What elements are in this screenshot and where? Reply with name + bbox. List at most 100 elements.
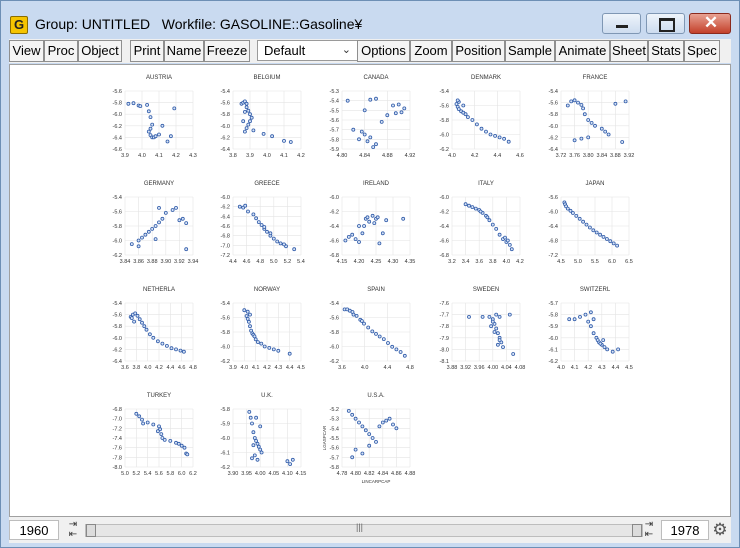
y-tick-label: -5.8 [113, 324, 122, 330]
scatter-point [172, 106, 177, 111]
scatter-point [182, 445, 187, 450]
animate-button[interactable]: Animate [555, 40, 610, 62]
scatter-point [251, 430, 256, 435]
y-tick-label: -6.2 [113, 347, 122, 353]
start-slider-thumb[interactable] [86, 524, 96, 537]
x-tick-label: 6.5 [625, 259, 633, 265]
scatter-point [467, 203, 471, 208]
scatter-point [146, 109, 151, 114]
graph-area[interactable]: AUSTRIA -5.6 -5.8 -6.0 -6.2 -6.4 -6.6 3.9 4.0 4.1… [9, 64, 731, 517]
proc-button[interactable]: Proc [44, 40, 78, 62]
scatter-point [129, 242, 134, 247]
freeze-button[interactable]: Freeze [204, 40, 250, 62]
scatter-chart-denmark: DENMARK-5.4-5.6-5.8-6.0-6.24.0 4.2 4.4 4.6 [440, 75, 524, 159]
y-tick-label: -8.0 [440, 347, 449, 353]
x-tick-label: 4.86 [391, 471, 402, 477]
x-tick-label: 4.0 [361, 365, 369, 371]
sample-button[interactable]: Sample [505, 40, 555, 62]
x-tick-label: 3.94 [188, 259, 199, 265]
sheet-button[interactable]: Sheet [610, 40, 648, 62]
x-tick-label: 4.10 [282, 471, 293, 477]
stats-button[interactable]: Stats [648, 40, 684, 62]
y-tick-label: -6.0 [113, 112, 122, 118]
close-button[interactable]: ✕ [689, 13, 731, 34]
sample-slider-track[interactable]: ||| [85, 522, 643, 537]
spec-button[interactable]: Spec [684, 40, 720, 62]
zoom-button[interactable]: Zoom [410, 40, 452, 62]
y-tick-label: -5.4 [221, 301, 230, 307]
scatter-chart-greece: GREECE-6.0-6.2-6.4-6.6-6.8-7.0-7.24.4 4.6… [221, 181, 305, 265]
title-bar[interactable]: G Group: UNTITLED Workfile: GASOLINE::Ga… [1, 1, 739, 37]
scatter-chart-norway: NORWAY-5.4-5.6-5.8-6.0-6.23.9 4.0 4.1 4.2 4.… [221, 287, 305, 371]
object-button[interactable]: Object [78, 40, 122, 62]
view-button[interactable]: View [9, 40, 44, 62]
scatter-point [610, 349, 615, 354]
scatter-point [351, 127, 356, 132]
x-tick-label: 4.25 [371, 259, 382, 265]
y-tick-label: -5.4 [330, 426, 339, 432]
start-arrows-icon[interactable]: ⇥ ⇤ [63, 520, 83, 540]
scatter-point [275, 239, 280, 244]
scatter-point [276, 348, 281, 353]
x-tick-label: 4.4 [384, 365, 392, 371]
scatter-point [463, 112, 468, 117]
scatter-point [586, 118, 591, 122]
x-tick-label: 4.0 [241, 365, 249, 371]
scatter-point [366, 325, 371, 330]
options-button[interactable]: Options [357, 40, 410, 62]
y-tick-label: -6.0 [221, 124, 230, 130]
y-tick-label: -6.0 [440, 133, 449, 139]
scatter-point [589, 310, 593, 315]
scatter-point [259, 223, 264, 227]
end-year-box[interactable]: 1978 [661, 520, 709, 540]
scatter-point [150, 226, 155, 231]
maximize-button[interactable] [646, 13, 685, 34]
start-year-box[interactable]: 1960 [9, 520, 59, 540]
chart-title: ITALY [478, 181, 494, 187]
x-tick-label: 3.88 [610, 153, 621, 159]
y-tick-label: -6.0 [221, 195, 230, 201]
scatter-point [350, 412, 355, 417]
end-arrows-icon[interactable]: ⇥ ⇤ [639, 520, 659, 540]
x-tick-label: 4.1 [252, 365, 260, 371]
scatter-point [254, 216, 259, 221]
scatter-point [249, 115, 254, 120]
y-tick-label: -7.9 [440, 336, 449, 342]
y-axis-label: LGASPCAR [322, 425, 327, 450]
y-tick-label: -7.8 [440, 324, 449, 330]
scatter-point [598, 232, 602, 237]
scatter-point [485, 215, 490, 220]
position-button[interactable]: Position [452, 40, 505, 62]
scatter-point [379, 120, 384, 124]
scatter-point [465, 115, 470, 119]
x-tick-label: 4.5 [557, 259, 565, 265]
scatter-point [613, 101, 618, 106]
eviews-app-icon[interactable]: G [10, 16, 28, 34]
scatter-point [387, 416, 392, 421]
scatter-point [132, 319, 136, 324]
scatter-point [138, 104, 143, 108]
scatter-point [144, 327, 149, 332]
scatter-point [399, 110, 404, 115]
minimize-button[interactable] [602, 13, 641, 34]
x-tick-label: 3.92 [174, 259, 185, 265]
y-tick-label: -6.0 [221, 436, 230, 442]
chart-title: JAPAN [586, 181, 605, 187]
scatter-point [572, 138, 577, 143]
x-tick-label: 4.1 [571, 365, 579, 371]
y-tick-label: -5.4 [113, 195, 122, 201]
minimize-icon [616, 25, 628, 28]
scatter-point [164, 343, 169, 348]
chart-title: IRELAND [363, 181, 390, 187]
scatter-point [583, 312, 588, 317]
scatter-point [572, 317, 577, 322]
x-tick-label: 3.88 [447, 365, 458, 371]
name-button[interactable]: Name [164, 40, 204, 62]
scatter-point [357, 420, 361, 425]
display-style-dropdown[interactable]: Default ⌄ [257, 40, 358, 61]
x-tick-label: 5.5 [591, 259, 599, 265]
y-tick-label: -6.1 [549, 347, 558, 353]
print-button[interactable]: Print [130, 40, 164, 62]
slider-grip-icon[interactable]: ||| [356, 522, 363, 532]
gear-icon[interactable]: ⚙ [711, 520, 729, 540]
